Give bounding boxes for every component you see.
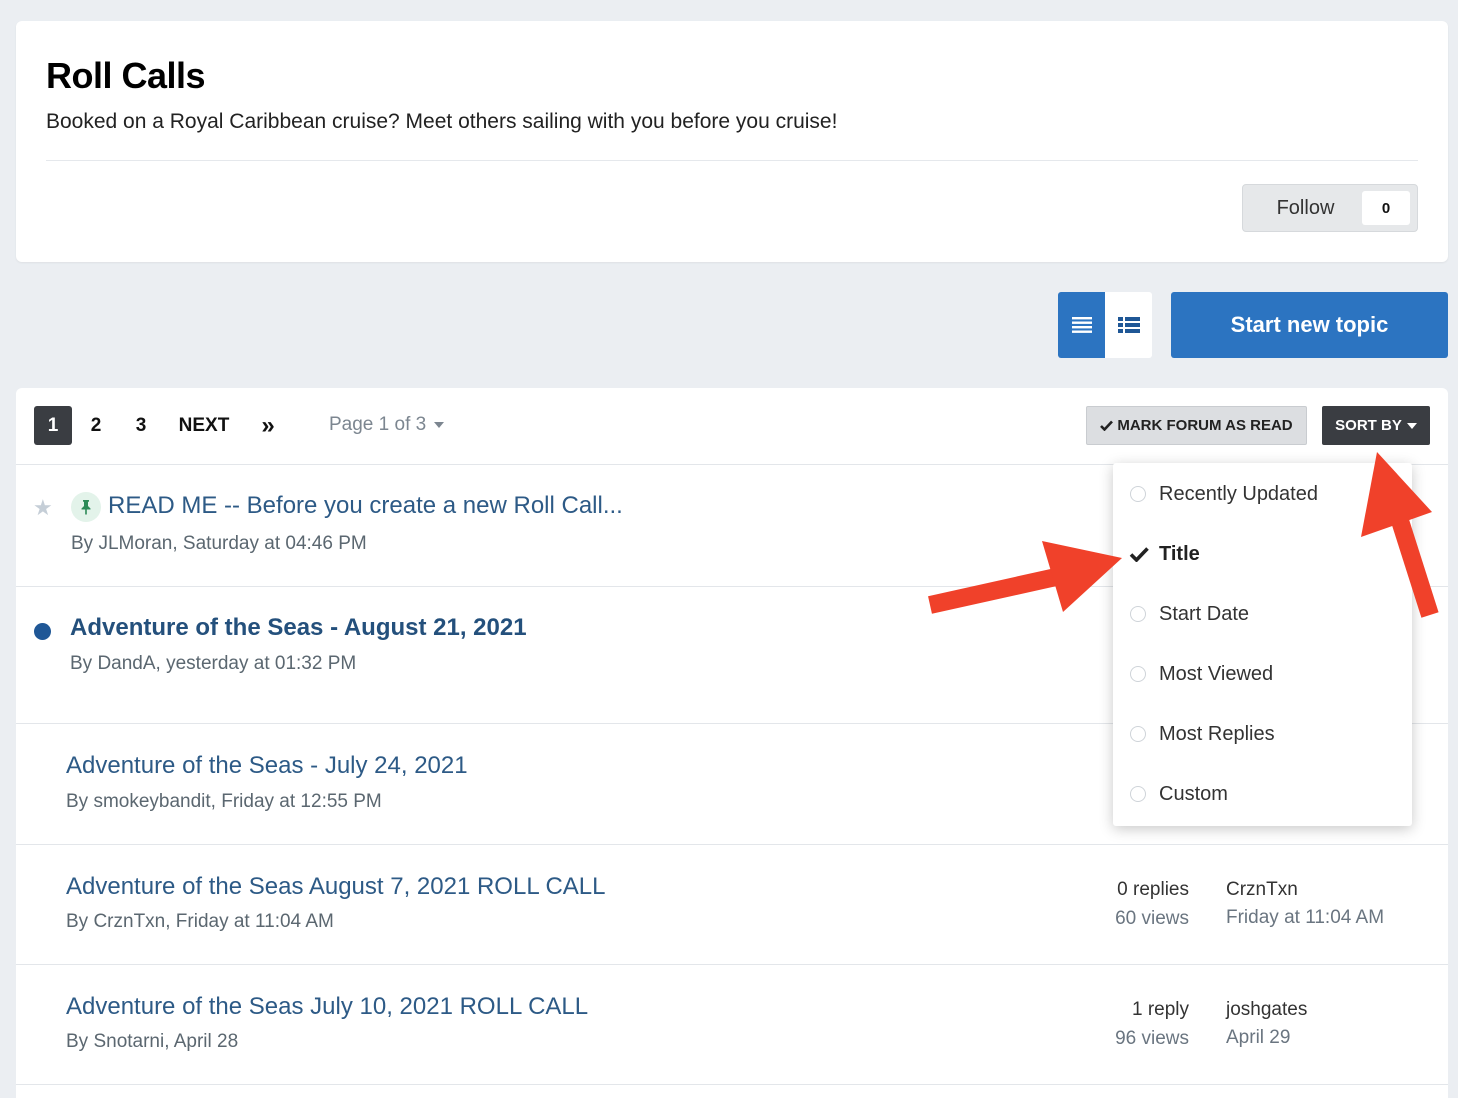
follow-count: 0 bbox=[1362, 191, 1410, 225]
sort-option-most-viewed[interactable]: Most Viewed bbox=[1113, 644, 1412, 704]
mark-forum-read-button[interactable]: MARK FORUM AS READ bbox=[1086, 406, 1307, 445]
sort-option-start-date[interactable]: Start Date bbox=[1113, 584, 1412, 644]
last-page-button[interactable]: » bbox=[256, 406, 280, 445]
topic-title[interactable]: Adventure of the Seas July 10, 2021 ROLL… bbox=[66, 993, 588, 1021]
topic-row: Adventure of the Seas July 10, 2021 ROLL… bbox=[16, 965, 1448, 1085]
page-1-button[interactable]: 1 bbox=[34, 406, 72, 445]
topic-title[interactable]: Adventure of the Seas August 7, 2021 ROL… bbox=[66, 873, 605, 901]
topic-meta: By JLMoran, Saturday at 04:46 PM bbox=[71, 533, 367, 554]
list-toolbar: 1 2 3 NEXT » Page 1 of 3 MARK FORUM AS R… bbox=[16, 388, 1448, 465]
topic-stats: 1 reply 96 views bbox=[1115, 995, 1189, 1053]
topic-meta: By Snotarni, April 28 bbox=[66, 1031, 239, 1052]
topic-row: Adventure of the Seas August 7, 2021 ROL… bbox=[16, 845, 1448, 965]
grid-view-button[interactable] bbox=[1105, 292, 1152, 358]
sort-option-most-replies[interactable]: Most Replies bbox=[1113, 704, 1412, 764]
radio-icon bbox=[1130, 666, 1146, 682]
next-page-button[interactable]: NEXT bbox=[176, 406, 232, 445]
sort-menu: Recently Updated Title Start Date Most V… bbox=[1113, 463, 1412, 826]
view-toggle bbox=[1058, 292, 1152, 358]
sort-option-label: Recently Updated bbox=[1159, 482, 1318, 505]
view-count: 96 views bbox=[1115, 1028, 1189, 1049]
last-poster[interactable]: joshgates bbox=[1226, 996, 1307, 1024]
page-3-button[interactable]: 3 bbox=[127, 406, 155, 445]
pin-icon bbox=[71, 492, 101, 522]
topic-title[interactable]: Adventure of the Seas - July 24, 2021 bbox=[66, 752, 468, 780]
page-title: Roll Calls bbox=[46, 55, 206, 96]
page-info: Page 1 of 3 bbox=[329, 414, 427, 435]
mark-read-label: MARK FORUM AS READ bbox=[1117, 417, 1293, 434]
unread-indicator[interactable] bbox=[34, 623, 51, 640]
radio-icon bbox=[1130, 786, 1146, 802]
topic-meta: By CrznTxn, Friday at 11:04 AM bbox=[66, 911, 334, 932]
sort-by-button[interactable]: SORT BY bbox=[1322, 406, 1430, 445]
page-2-button[interactable]: 2 bbox=[82, 406, 110, 445]
radio-icon bbox=[1130, 486, 1146, 502]
sort-option-label: Most Viewed bbox=[1159, 662, 1274, 685]
list-bullets-icon bbox=[1117, 317, 1140, 333]
forum-header: Roll Calls Booked on a Royal Caribbean c… bbox=[16, 21, 1448, 262]
sort-option-custom[interactable]: Custom bbox=[1113, 764, 1412, 824]
last-poster[interactable]: CrznTxn bbox=[1226, 876, 1384, 904]
check-icon bbox=[1129, 547, 1149, 562]
sort-by-label: SORT BY bbox=[1335, 417, 1402, 434]
last-post: CrznTxn Friday at 11:04 AM bbox=[1226, 876, 1384, 932]
check-icon bbox=[1100, 420, 1114, 431]
sort-option-label: Start Date bbox=[1159, 602, 1250, 625]
follow-label: Follow bbox=[1276, 196, 1335, 219]
divider bbox=[46, 160, 1418, 161]
list-lines-icon bbox=[1071, 317, 1092, 333]
sort-option-label: Custom bbox=[1159, 782, 1228, 805]
star-icon[interactable]: ★ bbox=[33, 495, 53, 521]
topic-title[interactable]: Adventure of the Seas - August 21, 2021 bbox=[70, 614, 527, 642]
last-post-date[interactable]: Friday at 11:04 AM bbox=[1226, 904, 1384, 932]
sort-option-recently-updated[interactable]: Recently Updated bbox=[1113, 464, 1412, 524]
sort-option-title[interactable]: Title bbox=[1113, 524, 1412, 584]
table-view-button[interactable] bbox=[1058, 292, 1105, 358]
sort-option-label: Most Replies bbox=[1159, 722, 1275, 745]
topic-stats: 0 replies 60 views bbox=[1115, 875, 1189, 933]
radio-icon bbox=[1130, 726, 1146, 742]
follow-button[interactable]: Follow 0 bbox=[1242, 184, 1418, 232]
last-post: joshgates April 29 bbox=[1226, 996, 1307, 1052]
topic-title[interactable]: READ ME -- Before you create a new Roll … bbox=[108, 492, 623, 520]
radio-icon bbox=[1130, 606, 1146, 622]
reply-count: 1 reply bbox=[1131, 999, 1189, 1020]
page-jump-dropdown[interactable]: Page 1 of 3 bbox=[329, 414, 445, 436]
caret-down-icon bbox=[434, 422, 445, 428]
forum-description: Booked on a Royal Caribbean cruise? Meet… bbox=[46, 110, 838, 133]
reply-count: 0 replies bbox=[1117, 879, 1189, 900]
topic-meta: By smokeybandit, Friday at 12:55 PM bbox=[66, 791, 382, 812]
caret-down-icon bbox=[1406, 422, 1417, 429]
last-post-date[interactable]: April 29 bbox=[1226, 1024, 1307, 1052]
topic-meta: By DandA, yesterday at 01:32 PM bbox=[70, 653, 357, 674]
start-new-topic-button[interactable]: Start new topic bbox=[1171, 292, 1448, 358]
sort-option-label: Title bbox=[1159, 542, 1200, 565]
view-count: 60 views bbox=[1115, 908, 1189, 929]
